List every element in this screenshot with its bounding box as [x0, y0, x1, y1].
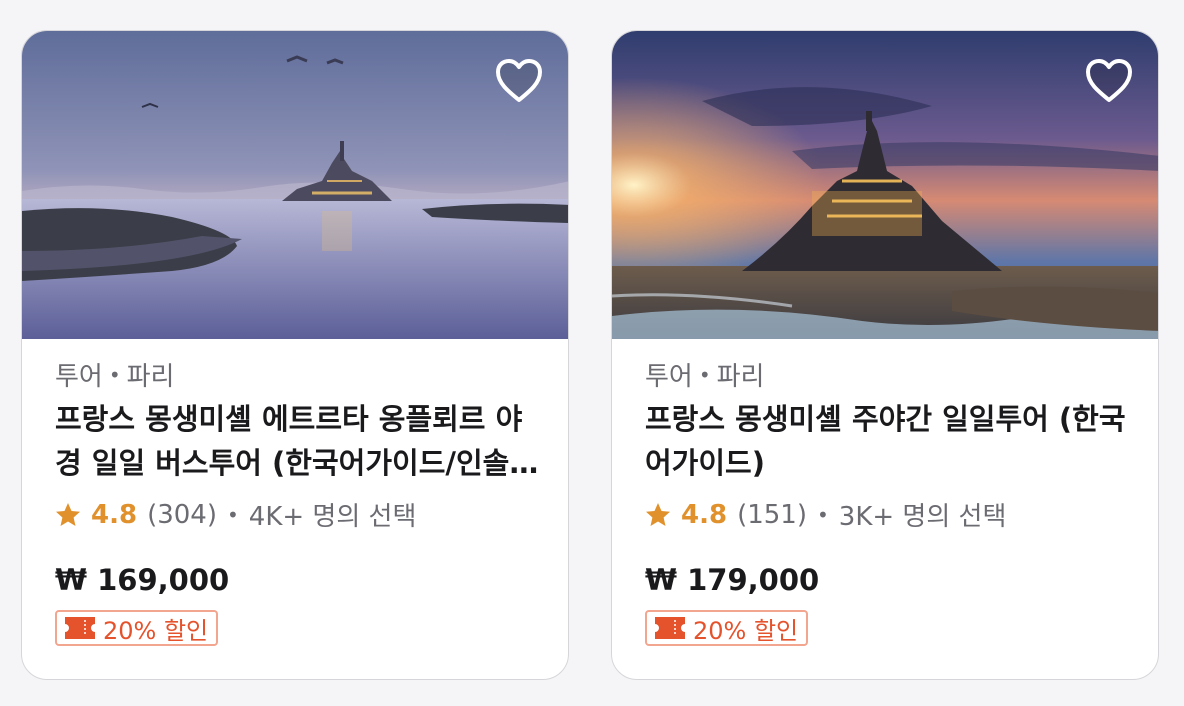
rating-row: 4.8 (304) • 4K+ 명의 선택	[55, 496, 416, 533]
rating-score: 4.8	[681, 499, 728, 530]
wishlist-heart-icon[interactable]	[1084, 57, 1134, 105]
discount-badge: 20% 할인	[55, 610, 219, 646]
discount-label: 20% 할인	[103, 616, 209, 645]
card-meta: 투어 • 파리	[645, 362, 765, 392]
product-title[interactable]: 프랑스 몽생미셸 주야간 일일투어 (한국어가이드)	[645, 397, 1131, 485]
review-count: (151)	[737, 499, 807, 530]
ticket-icon	[65, 617, 95, 639]
star-icon	[56, 502, 80, 526]
card-meta: 투어 • 파리	[55, 362, 175, 392]
price: ₩ 169,000	[55, 563, 230, 597]
wishlist-heart-icon[interactable]	[494, 57, 544, 105]
product-title[interactable]: 프랑스 몽생미셸 에트르타 옹플뢰르 야경 일일 버스투어 (한국어가이드/인솔…	[55, 397, 541, 485]
star-icon	[646, 502, 670, 526]
mont-saint-michel-dusk-photo[interactable]	[22, 31, 569, 339]
category-label: 투어	[645, 362, 693, 392]
discount-label: 20% 할인	[693, 616, 799, 645]
rating-score: 4.8	[91, 499, 138, 530]
location-label: 파리	[716, 362, 765, 392]
category-label: 투어	[55, 362, 103, 392]
discount-badge: 20% 할인	[645, 610, 809, 646]
product-card-2[interactable]: 투어 • 파리 프랑스 몽생미셸 주야간 일일투어 (한국어가이드) 4.8 (15…	[611, 30, 1159, 680]
mont-saint-michel-sunset-photo[interactable]	[612, 31, 1159, 339]
chosen-count: 4K+ 명의 선택	[248, 502, 417, 532]
ticket-icon	[655, 617, 685, 639]
location-label: 파리	[126, 362, 175, 392]
price: ₩ 179,000	[645, 563, 820, 597]
product-card-1[interactable]: 투어 • 파리 프랑스 몽생미셸 에트르타 옹플뢰르 야경 일일 버스투어 (한국어…	[21, 30, 569, 680]
rating-row: 4.8 (151) • 3K+ 명의 선택	[645, 496, 1006, 533]
chosen-count: 3K+ 명의 선택	[838, 502, 1007, 532]
review-count: (304)	[147, 499, 217, 530]
